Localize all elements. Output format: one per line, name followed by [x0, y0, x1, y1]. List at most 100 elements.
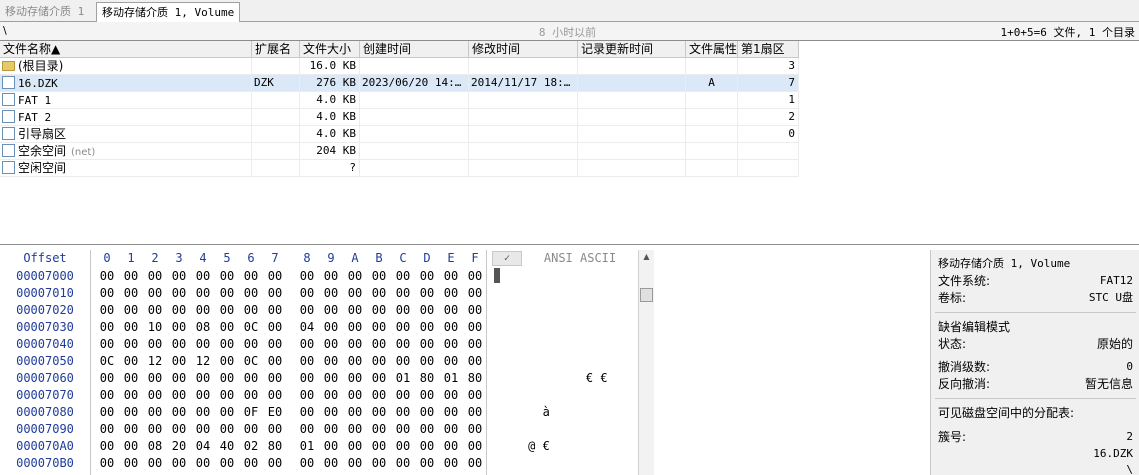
hex-byte[interactable]: 00: [439, 438, 463, 455]
file-name-cell[interactable]: 空闲空间: [0, 160, 252, 177]
hex-byte[interactable]: 00: [119, 387, 143, 404]
hex-byte[interactable]: 00: [119, 404, 143, 421]
hex-byte[interactable]: 00: [295, 353, 319, 370]
hex-byte[interactable]: 00: [215, 387, 239, 404]
hex-byte[interactable]: 00: [391, 336, 415, 353]
hex-byte[interactable]: 00: [415, 268, 439, 285]
hex-byte[interactable]: 00: [415, 455, 439, 472]
hex-byte[interactable]: 00: [463, 285, 487, 302]
hex-byte[interactable]: 04: [191, 438, 215, 455]
hex-byte[interactable]: 00: [415, 438, 439, 455]
column-header-created[interactable]: 创建时间: [360, 41, 469, 58]
column-header-first-sector[interactable]: 第1扇区: [738, 41, 799, 58]
hex-byte[interactable]: 00: [319, 438, 343, 455]
file-name-cell[interactable]: 空余空间 (net): [0, 143, 252, 160]
hex-byte[interactable]: 00: [143, 302, 167, 319]
hex-byte[interactable]: 00: [215, 285, 239, 302]
file-name-cell[interactable]: FAT 2: [0, 109, 252, 126]
hex-byte[interactable]: 00: [239, 302, 263, 319]
text-encoding-header[interactable]: ANSI ASCII: [530, 250, 630, 267]
hex-byte[interactable]: 00: [191, 455, 215, 472]
hex-byte[interactable]: 00: [295, 336, 319, 353]
hex-byte[interactable]: 00: [367, 268, 391, 285]
hex-byte[interactable]: 00: [391, 387, 415, 404]
hex-byte[interactable]: 00: [119, 421, 143, 438]
hex-byte[interactable]: 00: [463, 336, 487, 353]
hex-byte[interactable]: 00: [263, 285, 287, 302]
hex-byte[interactable]: 00: [367, 285, 391, 302]
hex-byte[interactable]: 00: [367, 370, 391, 387]
hex-byte[interactable]: 0C: [95, 353, 119, 370]
hex-byte[interactable]: 00: [295, 370, 319, 387]
hex-byte[interactable]: 00: [367, 302, 391, 319]
hex-byte[interactable]: 00: [343, 319, 367, 336]
hex-byte[interactable]: 00: [143, 285, 167, 302]
file-row[interactable]: (根目录) 16.0 KB 3: [0, 58, 799, 75]
hex-byte[interactable]: 00: [391, 455, 415, 472]
hex-byte[interactable]: 00: [463, 353, 487, 370]
hex-byte[interactable]: 00: [319, 387, 343, 404]
hex-byte[interactable]: 00: [263, 387, 287, 404]
hex-byte[interactable]: 00: [367, 455, 391, 472]
hex-byte[interactable]: 00: [239, 370, 263, 387]
hex-byte[interactable]: 00: [439, 268, 463, 285]
hex-byte[interactable]: 00: [263, 455, 287, 472]
hex-byte[interactable]: 00: [263, 421, 287, 438]
hex-byte[interactable]: 00: [215, 336, 239, 353]
hex-byte[interactable]: 01: [295, 438, 319, 455]
file-row[interactable]: FAT 2 4.0 KB 2: [0, 109, 799, 126]
hex-byte[interactable]: 00: [239, 387, 263, 404]
hex-byte[interactable]: 00: [343, 336, 367, 353]
hex-byte[interactable]: 00: [367, 421, 391, 438]
hex-byte[interactable]: 00: [119, 370, 143, 387]
hex-byte[interactable]: 00: [295, 421, 319, 438]
hex-ascii-text[interactable]: @ €: [492, 438, 632, 455]
hex-byte[interactable]: 00: [119, 336, 143, 353]
hex-byte[interactable]: 00: [295, 302, 319, 319]
hex-byte[interactable]: 00: [439, 319, 463, 336]
hex-byte[interactable]: 00: [95, 421, 119, 438]
hex-byte[interactable]: 00: [167, 302, 191, 319]
hex-byte[interactable]: 00: [367, 336, 391, 353]
hex-byte[interactable]: 00: [463, 268, 487, 285]
hex-byte[interactable]: 20: [167, 438, 191, 455]
hex-byte[interactable]: 00: [119, 268, 143, 285]
hex-byte[interactable]: 00: [119, 438, 143, 455]
tab-removable-media-volume[interactable]: 移动存储介质 1, Volume: [96, 2, 241, 23]
hex-byte[interactable]: 00: [167, 336, 191, 353]
hex-byte[interactable]: 00: [119, 302, 143, 319]
hex-byte[interactable]: 00: [215, 421, 239, 438]
file-name-cell[interactable]: 引导扇区: [0, 126, 252, 143]
hex-byte[interactable]: 00: [95, 268, 119, 285]
hex-byte[interactable]: 00: [167, 319, 191, 336]
hex-byte[interactable]: 00: [95, 319, 119, 336]
hex-byte[interactable]: 00: [295, 404, 319, 421]
column-header-size[interactable]: 文件大小: [300, 41, 360, 58]
hex-byte[interactable]: 00: [191, 285, 215, 302]
column-header-modified[interactable]: 修改时间: [469, 41, 578, 58]
hex-byte[interactable]: 00: [95, 404, 119, 421]
hex-byte[interactable]: 00: [391, 404, 415, 421]
hex-byte[interactable]: 00: [295, 285, 319, 302]
hex-byte[interactable]: 00: [215, 268, 239, 285]
hex-byte[interactable]: 00: [239, 268, 263, 285]
hex-byte[interactable]: 00: [95, 455, 119, 472]
hex-byte[interactable]: 00: [343, 438, 367, 455]
hex-byte[interactable]: 00: [391, 302, 415, 319]
hex-byte[interactable]: 00: [119, 285, 143, 302]
hex-byte[interactable]: 00: [263, 370, 287, 387]
hex-byte[interactable]: 00: [463, 438, 487, 455]
hex-byte[interactable]: 00: [143, 370, 167, 387]
tab-removable-media[interactable]: 移动存储介质 1: [0, 2, 89, 22]
hex-byte[interactable]: 00: [191, 370, 215, 387]
hex-byte[interactable]: 00: [143, 336, 167, 353]
hex-byte[interactable]: 00: [391, 421, 415, 438]
hex-byte[interactable]: 00: [343, 302, 367, 319]
file-row[interactable]: 16.DZK DZK 276 KB 2023/06/20 14:… 2014/11/17…: [0, 75, 799, 92]
hex-byte[interactable]: 00: [215, 353, 239, 370]
hex-byte[interactable]: 00: [95, 302, 119, 319]
hex-byte[interactable]: 00: [263, 336, 287, 353]
hex-scrollbar[interactable]: ▲: [638, 250, 654, 475]
hex-byte[interactable]: 00: [343, 404, 367, 421]
hex-byte[interactable]: 00: [391, 285, 415, 302]
